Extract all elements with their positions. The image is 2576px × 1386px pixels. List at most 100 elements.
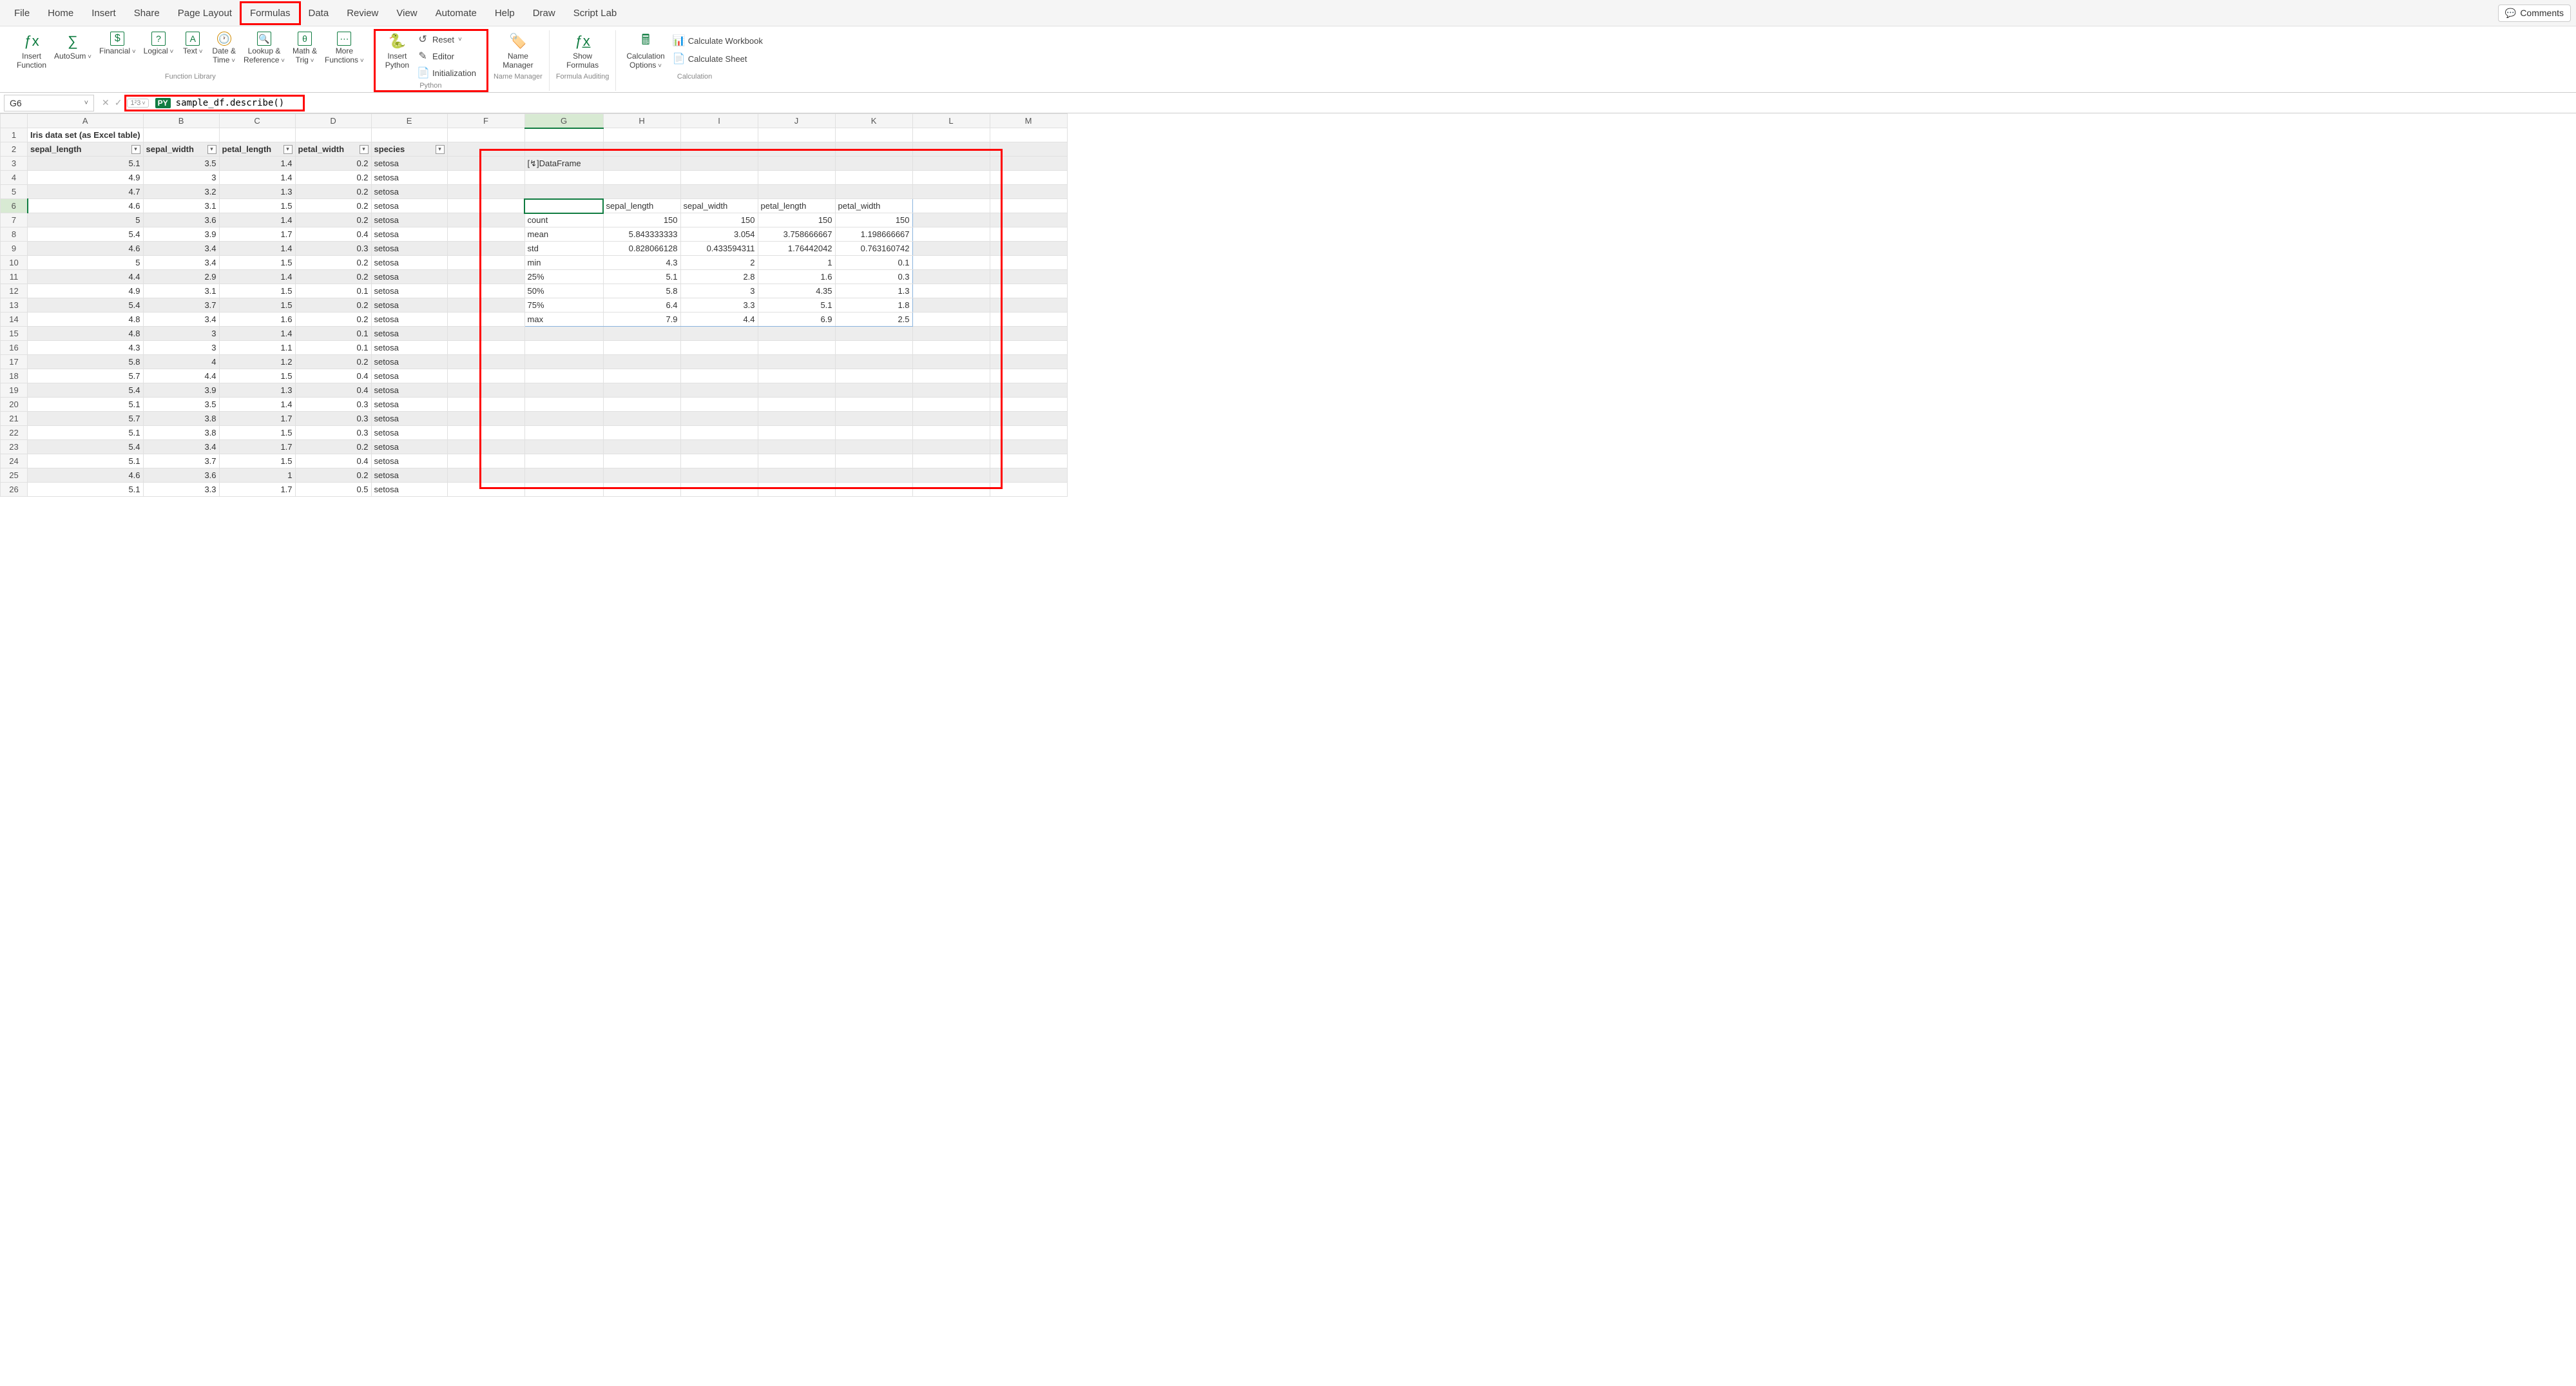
cell-I17[interactable] — [680, 355, 758, 369]
cell-J10[interactable]: 1 — [758, 256, 835, 270]
insert-python-button[interactable]: 🐍InsertPython — [381, 30, 413, 72]
show-formulas-button[interactable]: ƒx̲ShowFormulas — [562, 30, 602, 72]
row-header-9[interactable]: 9 — [1, 242, 28, 256]
cell-D2[interactable]: petal_width▾ — [295, 142, 371, 157]
cell-I16[interactable] — [680, 341, 758, 355]
cell-A10[interactable]: 5 — [28, 256, 144, 270]
tab-view[interactable]: View — [387, 3, 426, 24]
cell-I22[interactable] — [680, 426, 758, 440]
cell-H8[interactable]: 5.843333333 — [603, 227, 680, 242]
cell-E11[interactable]: setosa — [371, 270, 447, 284]
cell-G13[interactable]: 75% — [524, 298, 603, 313]
column-header-K[interactable]: K — [835, 114, 912, 128]
cell-M1[interactable] — [990, 128, 1067, 142]
tab-page-layout[interactable]: Page Layout — [169, 3, 241, 24]
cell-D9[interactable]: 0.3 — [295, 242, 371, 256]
cell-L25[interactable] — [912, 468, 990, 483]
cell-H3[interactable] — [603, 157, 680, 171]
cell-A5[interactable]: 4.7 — [28, 185, 144, 199]
cell-F7[interactable] — [447, 213, 524, 227]
formula-input[interactable] — [173, 97, 2576, 110]
cell-I18[interactable] — [680, 369, 758, 383]
cell-I13[interactable]: 3.3 — [680, 298, 758, 313]
cell-A9[interactable]: 4.6 — [28, 242, 144, 256]
cell-J21[interactable] — [758, 412, 835, 426]
text-button[interactable]: AText — [177, 30, 208, 57]
cell-B10[interactable]: 3.4 — [143, 256, 219, 270]
cell-E14[interactable]: setosa — [371, 313, 447, 327]
cell-B15[interactable]: 3 — [143, 327, 219, 341]
cell-G17[interactable] — [524, 355, 603, 369]
cell-C20[interactable]: 1.4 — [219, 398, 295, 412]
cell-H20[interactable] — [603, 398, 680, 412]
cell-L11[interactable] — [912, 270, 990, 284]
cell-I24[interactable] — [680, 454, 758, 468]
filter-button-petal_width[interactable]: ▾ — [360, 145, 369, 154]
cell-K7[interactable]: 150 — [835, 213, 912, 227]
cell-A24[interactable]: 5.1 — [28, 454, 144, 468]
cell-E9[interactable]: setosa — [371, 242, 447, 256]
cell-G23[interactable] — [524, 440, 603, 454]
cell-L8[interactable] — [912, 227, 990, 242]
cell-L10[interactable] — [912, 256, 990, 270]
name-manager-button[interactable]: 🏷️NameManager — [499, 30, 537, 72]
cell-D1[interactable] — [295, 128, 371, 142]
cell-C13[interactable]: 1.5 — [219, 298, 295, 313]
cell-M6[interactable] — [990, 199, 1067, 213]
cell-E1[interactable] — [371, 128, 447, 142]
cell-B8[interactable]: 3.9 — [143, 227, 219, 242]
cell-D3[interactable]: 0.2 — [295, 157, 371, 171]
cell-B18[interactable]: 4.4 — [143, 369, 219, 383]
row-header-11[interactable]: 11 — [1, 270, 28, 284]
date-time-button[interactable]: 🕐Date &Time — [208, 30, 240, 66]
cell-E17[interactable]: setosa — [371, 355, 447, 369]
cell-D6[interactable]: 0.2 — [295, 199, 371, 213]
cell-C16[interactable]: 1.1 — [219, 341, 295, 355]
cell-B19[interactable]: 3.9 — [143, 383, 219, 398]
cell-I2[interactable] — [680, 142, 758, 157]
cell-L4[interactable] — [912, 171, 990, 185]
cell-G14[interactable]: max — [524, 313, 603, 327]
cell-J14[interactable]: 6.9 — [758, 313, 835, 327]
cell-H1[interactable] — [603, 128, 680, 142]
cell-K23[interactable] — [835, 440, 912, 454]
cell-K19[interactable] — [835, 383, 912, 398]
row-header-6[interactable]: 6 — [1, 199, 28, 213]
cell-C10[interactable]: 1.5 — [219, 256, 295, 270]
cell-G24[interactable] — [524, 454, 603, 468]
cell-H5[interactable] — [603, 185, 680, 199]
cell-L16[interactable] — [912, 341, 990, 355]
cell-C19[interactable]: 1.3 — [219, 383, 295, 398]
cell-A7[interactable]: 5 — [28, 213, 144, 227]
cell-E21[interactable]: setosa — [371, 412, 447, 426]
cell-I3[interactable] — [680, 157, 758, 171]
cell-E25[interactable]: setosa — [371, 468, 447, 483]
cell-B2[interactable]: sepal_width▾ — [143, 142, 219, 157]
cell-M11[interactable] — [990, 270, 1067, 284]
cell-G22[interactable] — [524, 426, 603, 440]
cell-A20[interactable]: 5.1 — [28, 398, 144, 412]
column-header-E[interactable]: E — [371, 114, 447, 128]
cell-D24[interactable]: 0.4 — [295, 454, 371, 468]
cell-J15[interactable] — [758, 327, 835, 341]
cell-M14[interactable] — [990, 313, 1067, 327]
cell-J5[interactable] — [758, 185, 835, 199]
cell-A1[interactable]: Iris data set (as Excel table) — [28, 128, 144, 142]
calc-workbook-button[interactable]: 📊Calculate Workbook — [669, 33, 767, 48]
cell-F2[interactable] — [447, 142, 524, 157]
cell-C26[interactable]: 1.7 — [219, 483, 295, 497]
cell-I26[interactable] — [680, 483, 758, 497]
cell-B21[interactable]: 3.8 — [143, 412, 219, 426]
column-header-L[interactable]: L — [912, 114, 990, 128]
cell-H25[interactable] — [603, 468, 680, 483]
cell-D5[interactable]: 0.2 — [295, 185, 371, 199]
cell-L18[interactable] — [912, 369, 990, 383]
cell-A2[interactable]: sepal_length▾ — [28, 142, 144, 157]
cell-F19[interactable] — [447, 383, 524, 398]
cell-L24[interactable] — [912, 454, 990, 468]
cell-L7[interactable] — [912, 213, 990, 227]
cell-J19[interactable] — [758, 383, 835, 398]
cell-J22[interactable] — [758, 426, 835, 440]
cell-D7[interactable]: 0.2 — [295, 213, 371, 227]
cell-M17[interactable] — [990, 355, 1067, 369]
